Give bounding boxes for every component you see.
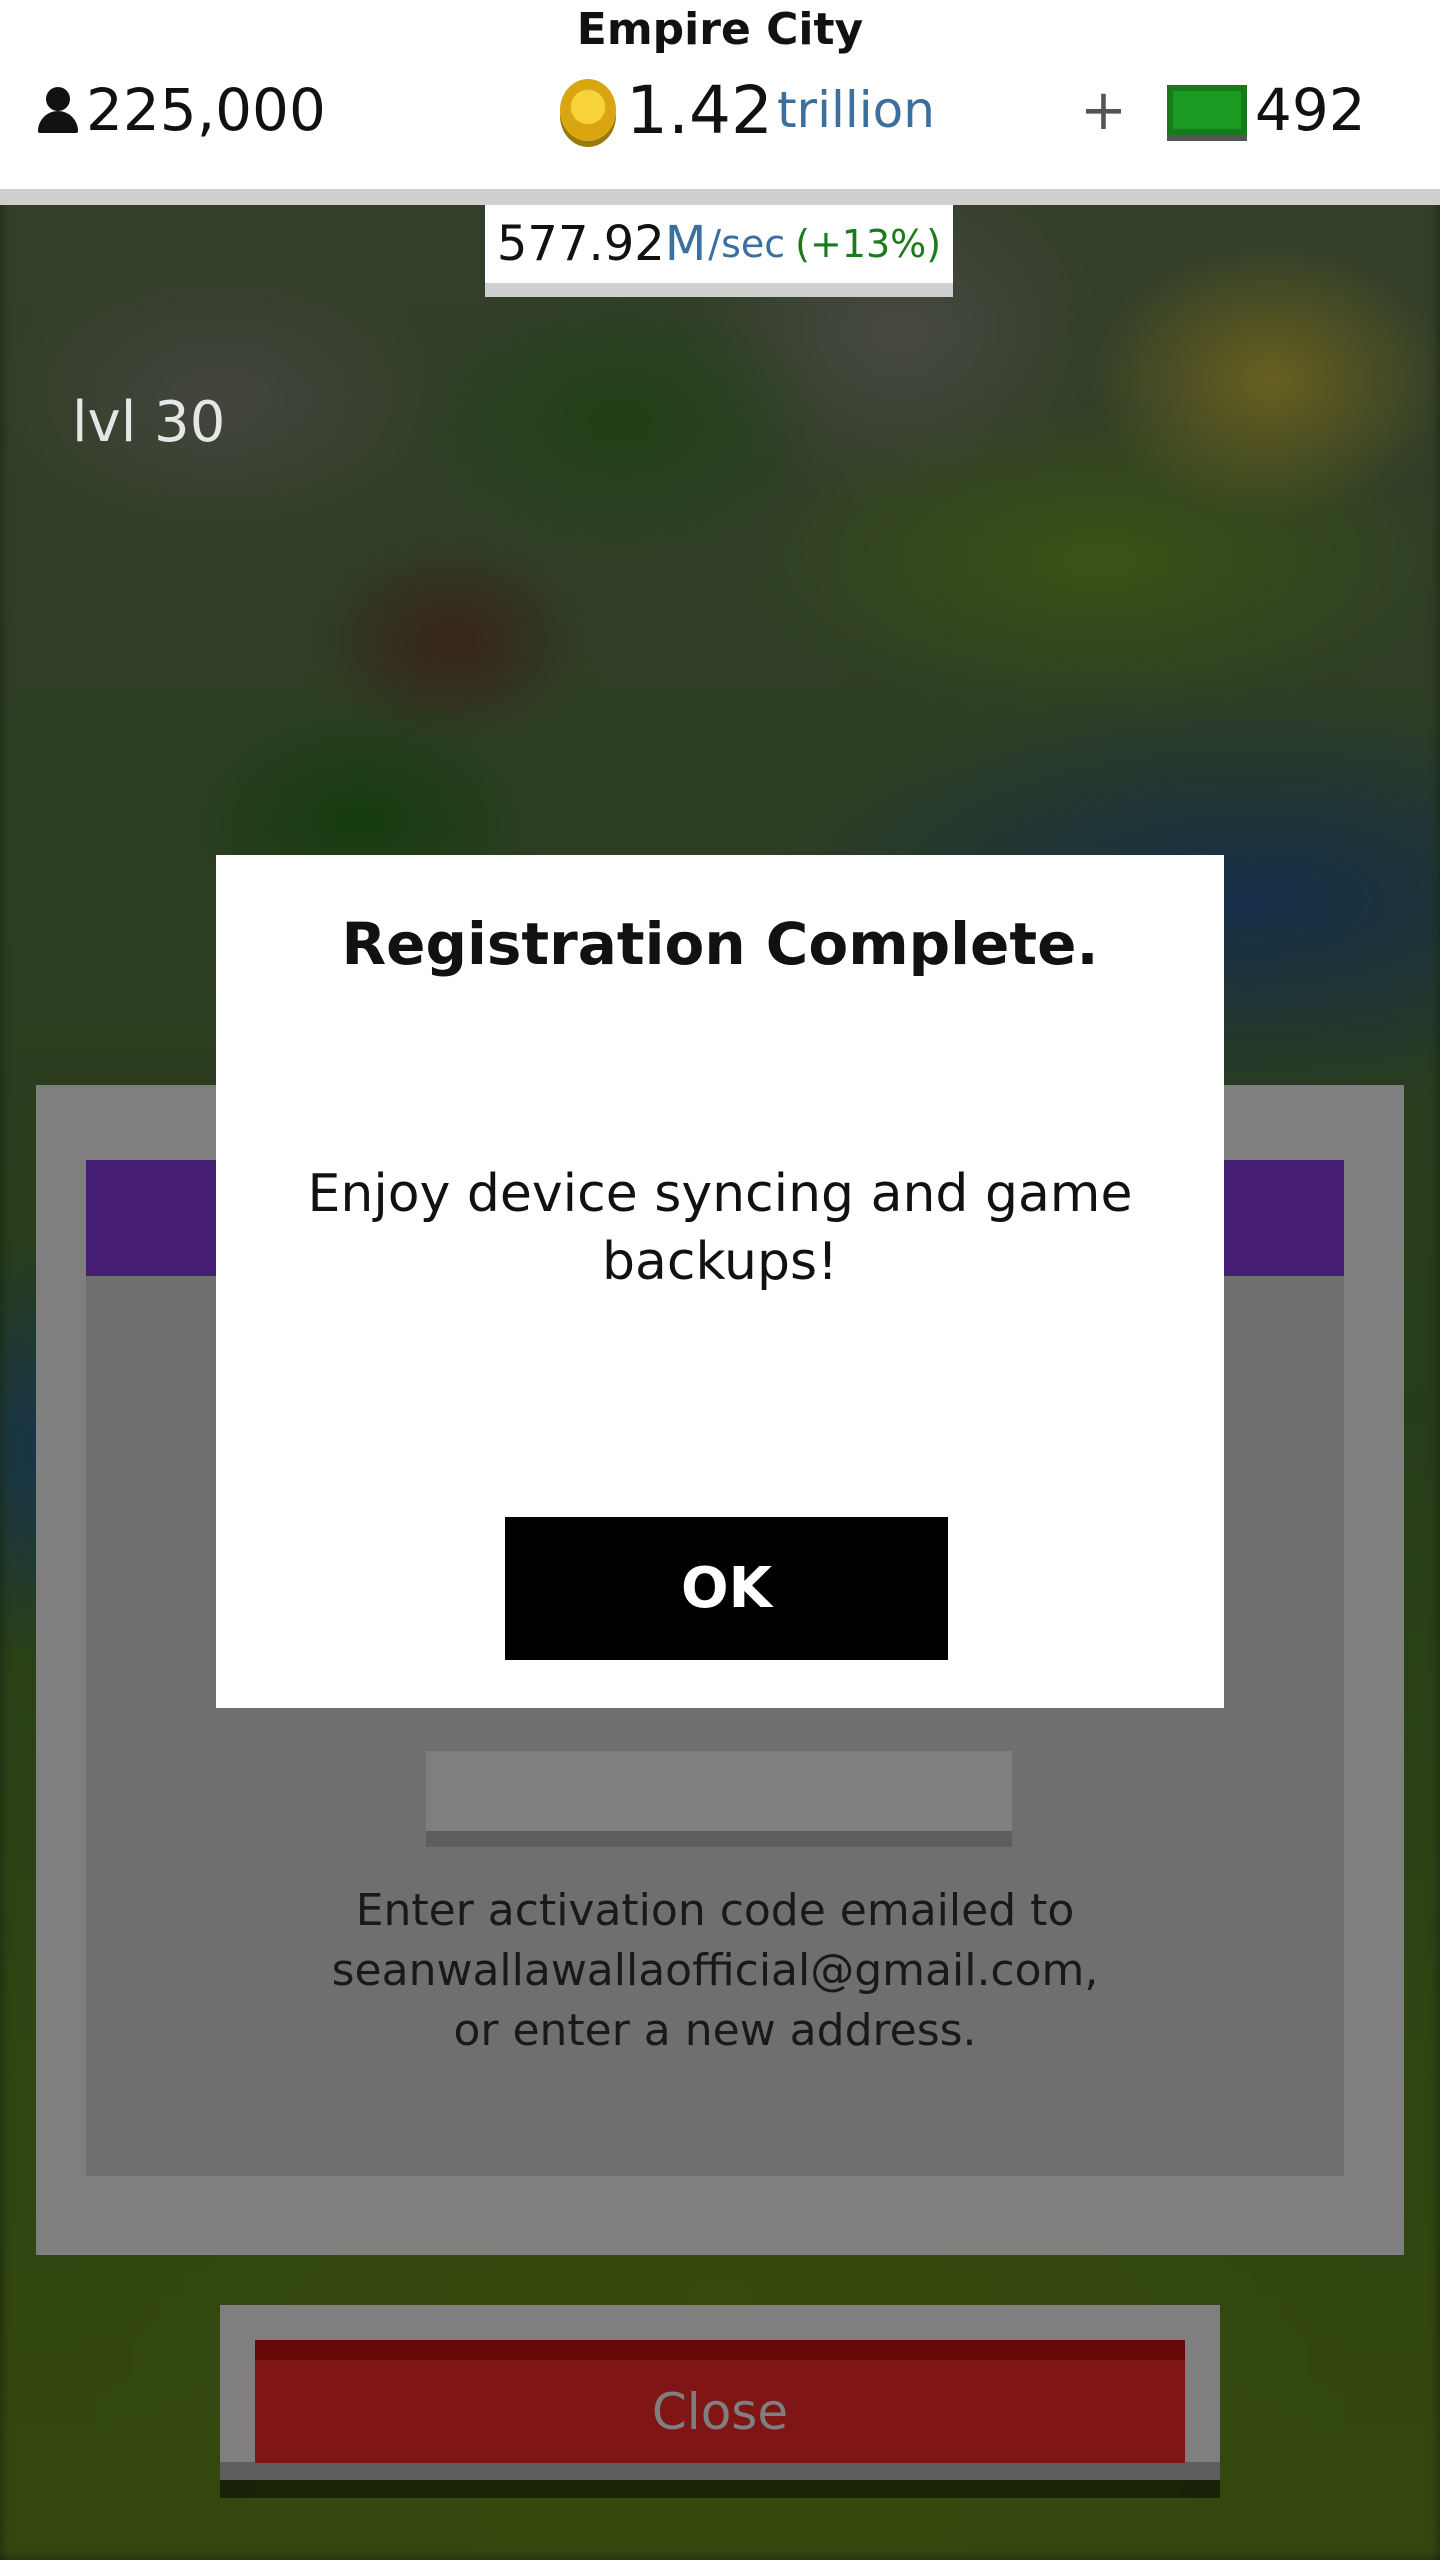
dialog-title: Registration Complete. xyxy=(341,910,1099,978)
coins-value: 1.42 xyxy=(626,71,773,149)
cash-counter: + 492 xyxy=(1080,70,1366,150)
coin-icon xyxy=(560,79,616,141)
level-label: lvl 30 xyxy=(72,390,226,455)
dialog-message-line: backups! xyxy=(602,1232,838,1292)
cash-value: 492 xyxy=(1254,76,1366,144)
population-counter: 225,000 xyxy=(36,70,326,150)
dialog-message-line: Enjoy device syncing and game xyxy=(307,1164,1133,1224)
coins-unit: trillion xyxy=(776,81,935,139)
dialog-message: Enjoy device syncing and game backups! xyxy=(276,1160,1164,1296)
coins-counter: 1.42 trillion xyxy=(560,70,935,150)
income-rate-value: 577.92 xyxy=(496,216,665,272)
income-rate-per: /sec xyxy=(708,222,786,266)
registration-dialog: Registration Complete. Enjoy device sync… xyxy=(216,855,1224,1708)
income-rate-unit: M xyxy=(664,216,707,272)
person-icon xyxy=(36,85,80,135)
resource-bar: Empire City 225,000 1.42 trillion + 492 xyxy=(0,0,1440,205)
population-value: 225,000 xyxy=(86,76,326,144)
buy-cash-button[interactable]: + xyxy=(1080,78,1127,143)
close-button-frame: Close xyxy=(220,2305,1220,2498)
city-name: Empire City xyxy=(576,4,864,55)
income-bonus: (+13%) xyxy=(795,222,942,266)
ok-button[interactable]: OK xyxy=(505,1517,948,1660)
income-rate: 577.92 M /sec (+13%) xyxy=(485,205,953,297)
close-dim-overlay xyxy=(220,2305,1220,2498)
cash-bill-icon xyxy=(1166,85,1247,135)
